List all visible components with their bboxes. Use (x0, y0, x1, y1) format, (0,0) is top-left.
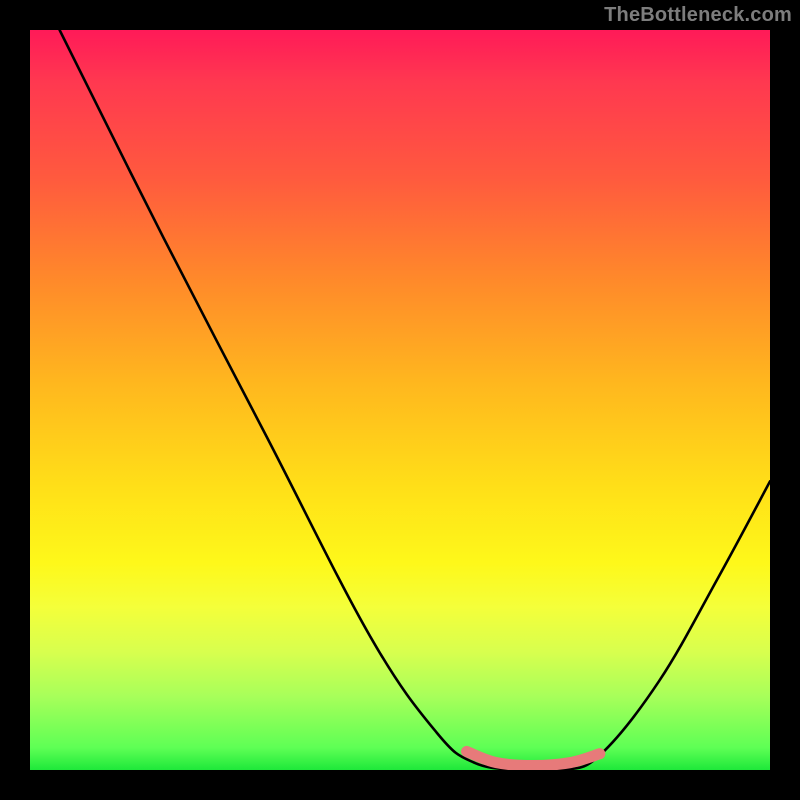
plot-area (30, 30, 770, 770)
bottleneck-curve (60, 30, 770, 770)
curve-layer (30, 30, 770, 770)
chart-stage: TheBottleneck.com (0, 0, 800, 800)
trough-highlight (467, 752, 600, 766)
watermark-text: TheBottleneck.com (604, 4, 792, 27)
